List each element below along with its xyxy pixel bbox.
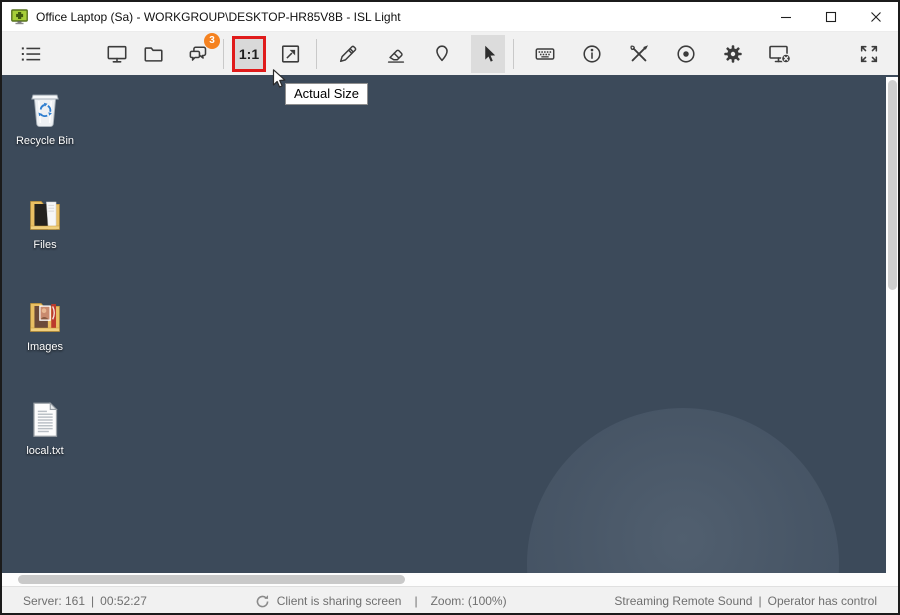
refresh-icon xyxy=(255,594,270,609)
info-icon xyxy=(581,43,603,65)
statusbar-separator: | xyxy=(91,594,94,608)
settings-button[interactable] xyxy=(716,35,750,73)
record-button[interactable] xyxy=(669,35,703,73)
eraser-tool-button[interactable] xyxy=(379,35,413,73)
mouse-cursor xyxy=(268,68,290,90)
files-folder-icon xyxy=(22,191,68,237)
statusbar-separator: | xyxy=(758,594,761,608)
toolbar-separator xyxy=(513,39,514,69)
client-status: Client is sharing screen xyxy=(277,594,402,608)
end-desktop-session-button[interactable] xyxy=(763,35,797,73)
toolbar-separator xyxy=(316,39,317,69)
zoom-level: Zoom: (100%) xyxy=(431,594,507,608)
pencil-icon xyxy=(337,43,359,65)
remote-desktop-view[interactable]: Recycle Bin Files xyxy=(2,75,898,586)
sound-status: Streaming Remote Sound xyxy=(614,594,752,608)
images-folder-icon xyxy=(22,293,68,339)
titlebar: Office Laptop (Sa) - WORKGROUP\DESKTOP-H… xyxy=(2,2,898,32)
fit-to-screen-icon xyxy=(280,43,302,65)
session-toolbar: 3 1:1 xyxy=(2,32,898,75)
minimize-button[interactable] xyxy=(763,2,808,31)
session-menu-button[interactable] xyxy=(14,35,48,73)
statusbar: Server: 161 | 00:52:27 Client is sharing s… xyxy=(2,586,898,615)
close-button[interactable] xyxy=(853,2,898,31)
text-file-icon xyxy=(22,397,68,443)
recycle-bin-icon xyxy=(22,87,68,133)
desktop-icon-label: Recycle Bin xyxy=(16,135,74,147)
chat-badge: 3 xyxy=(204,33,220,49)
desktop-icon-label: local.txt xyxy=(26,445,63,457)
desktop-icon-recycle-bin[interactable]: Recycle Bin xyxy=(10,87,80,147)
keyboard-icon xyxy=(534,43,556,65)
actual-size-tooltip: Actual Size xyxy=(285,83,368,105)
actual-size-button[interactable]: 1:1 xyxy=(232,36,266,72)
cursor-tool-button[interactable] xyxy=(471,35,505,73)
statusbar-separator: | xyxy=(414,594,417,608)
horizontal-scrollbar[interactable] xyxy=(2,573,898,586)
isl-light-window: Office Laptop (Sa) - WORKGROUP\DESKTOP-H… xyxy=(0,0,900,615)
chat-button[interactable]: 3 xyxy=(181,35,215,73)
vertical-scrollbar-thumb[interactable] xyxy=(888,80,897,290)
server-label: Server: 161 xyxy=(23,594,85,608)
isl-light-app-icon xyxy=(11,9,28,25)
control-status: Operator has control xyxy=(768,594,877,608)
admin-tools-button[interactable] xyxy=(622,35,656,73)
fullscreen-icon xyxy=(858,43,880,65)
wallpaper-circle xyxy=(527,408,839,586)
settings-gear-icon xyxy=(722,43,744,65)
keyboard-button[interactable] xyxy=(528,35,562,73)
toolbar-separator xyxy=(223,39,224,69)
session-info-button[interactable] xyxy=(575,35,609,73)
end-session-icon xyxy=(768,42,792,66)
fit-to-screen-button[interactable] xyxy=(274,35,308,73)
statusbar-sharing-info: Client is sharing screen | Zoom: (100%) xyxy=(255,594,507,609)
monitor-icon xyxy=(106,43,128,65)
eraser-icon xyxy=(385,43,407,65)
file-transfer-button[interactable] xyxy=(137,35,171,73)
cursor-arrow-icon xyxy=(477,43,499,65)
vertical-scrollbar[interactable] xyxy=(886,77,898,573)
admin-tools-icon xyxy=(628,43,650,65)
window-controls xyxy=(763,2,898,31)
horizontal-scrollbar-thumb[interactable] xyxy=(18,575,405,584)
monitor-select-button[interactable] xyxy=(100,35,134,73)
pointer-marker-button[interactable] xyxy=(425,35,459,73)
draw-tool-button[interactable] xyxy=(331,35,365,73)
desktop-icon-files[interactable]: Files xyxy=(10,191,80,251)
desktop-icon-local-txt[interactable]: local.txt xyxy=(10,397,80,457)
fullscreen-button[interactable] xyxy=(852,35,886,73)
desktop-icon-images[interactable]: Images xyxy=(10,293,80,353)
window-title: Office Laptop (Sa) - WORKGROUP\DESKTOP-H… xyxy=(36,10,401,24)
session-duration: 00:52:27 xyxy=(100,594,147,608)
desktop-icon-label: Images xyxy=(27,341,63,353)
folder-icon xyxy=(143,43,165,65)
maximize-button[interactable] xyxy=(808,2,853,31)
desktop-icon-label: Files xyxy=(33,239,56,251)
statusbar-session-info: Server: 161 | 00:52:27 xyxy=(23,594,147,608)
record-icon xyxy=(675,43,697,65)
menu-list-icon xyxy=(20,43,42,65)
pointer-marker-icon xyxy=(431,43,453,65)
statusbar-control-info: Streaming Remote Sound | Operator has cont… xyxy=(614,594,877,608)
